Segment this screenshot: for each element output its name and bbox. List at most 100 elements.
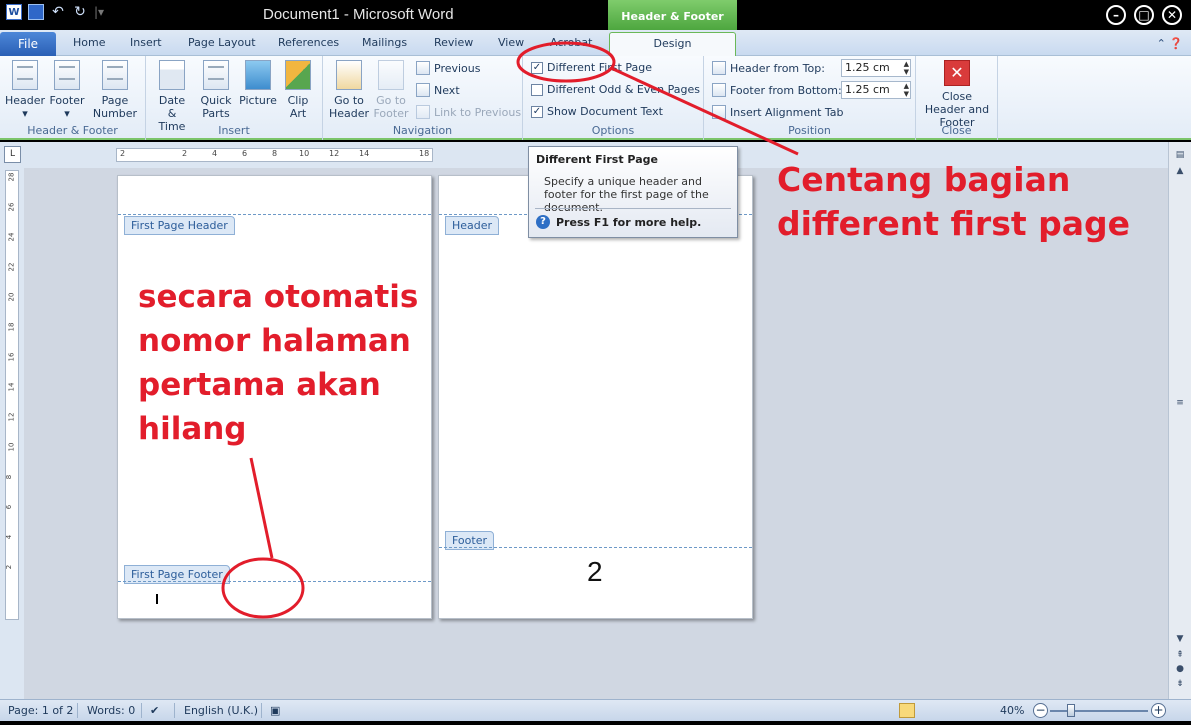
next-button[interactable]: Next (416, 83, 460, 97)
tab-view[interactable]: View (498, 36, 524, 49)
page-number-button[interactable]: Page Number (90, 60, 140, 120)
undo-icon[interactable]: ↶ (50, 4, 66, 20)
checkbox-checked-icon: ✓ (531, 61, 543, 74)
quick-parts-button[interactable]: Quick Parts (196, 60, 236, 120)
redo-icon[interactable]: ↻ (72, 4, 88, 20)
next-icon (416, 83, 430, 97)
ruler-toggle-icon[interactable]: ▤ (1172, 148, 1188, 162)
language[interactable]: English (U.K.) (184, 704, 258, 717)
zoom-level[interactable]: 40% (1000, 704, 1024, 717)
horizontal-ruler[interactable]: 2 2 4 6 8 10 12 14 18 (116, 148, 433, 162)
next-page-icon[interactable]: ⇟ (1172, 677, 1188, 691)
group-label-options: Options (591, 124, 635, 137)
status-divider (261, 703, 262, 718)
ribbon-tab-row: File Home Insert Page Layout References … (0, 30, 1191, 57)
tab-file[interactable]: File (0, 32, 56, 56)
help-icon[interactable]: ⌃ ❓ (1157, 37, 1183, 50)
scroll-down-icon[interactable]: ▼ (1172, 632, 1188, 646)
tab-selector-icon[interactable]: L (4, 146, 21, 163)
header-icon (12, 60, 38, 90)
quick-access-toolbar: W ↶ ↻ |▾ (6, 4, 104, 20)
group-label-header-footer: Header & Footer (27, 124, 118, 137)
maximize-button[interactable]: □ (1134, 5, 1154, 25)
tab-home[interactable]: Home (73, 36, 105, 49)
full-screen-reading-icon[interactable] (919, 703, 935, 718)
zoom-out-icon[interactable]: − (1033, 703, 1048, 718)
header-button[interactable]: Header ▾ (5, 60, 45, 120)
checkbox-unchecked-icon (531, 83, 543, 96)
group-close: ✕ Close Header and Footer Close (916, 56, 998, 140)
save-icon[interactable] (28, 4, 44, 20)
picture-button[interactable]: Picture (238, 60, 278, 107)
first-page-header-tag: First Page Header (124, 216, 235, 235)
link-to-previous-button[interactable]: Link to Previous (416, 105, 521, 119)
select-browse-object-icon[interactable]: ● (1172, 662, 1188, 676)
ruler-tick: 16 (7, 352, 16, 362)
clip-art-icon (285, 60, 311, 90)
status-divider (174, 703, 175, 718)
show-document-text-checkbox[interactable]: ✓ Show Document Text (531, 105, 663, 118)
tab-design[interactable]: Design (609, 32, 736, 57)
status-divider (141, 703, 142, 718)
go-to-footer-button[interactable]: Go to Footer (371, 60, 411, 120)
tab-references[interactable]: References (278, 36, 339, 49)
tooltip-title: Different First Page (536, 153, 658, 166)
web-layout-icon[interactable] (939, 703, 955, 718)
zoom-slider-handle[interactable] (1067, 704, 1075, 717)
scroll-up-icon[interactable]: ▲ (1172, 164, 1188, 178)
macro-record-icon[interactable]: ▣ (270, 704, 280, 717)
different-first-page-checkbox[interactable]: ✓ Different First Page (531, 61, 652, 74)
annotation-line: pertama akan (138, 367, 381, 403)
previous-page-icon[interactable]: ⇞ (1172, 648, 1188, 662)
ruler-tick: 24 (7, 232, 16, 242)
bottom-edge (0, 721, 1191, 725)
status-bar: Page: 1 of 2 Words: 0 ✔ English (U.K.) ▣… (0, 699, 1191, 721)
proofing-icon[interactable]: ✔ (150, 704, 159, 717)
date-time-button[interactable]: Date & Time (152, 60, 192, 133)
spin-arrows-icon[interactable]: ▲ ▼ (904, 82, 909, 98)
group-label-insert: Insert (218, 124, 250, 137)
close-header-footer-button[interactable]: ✕ Close Header and Footer (921, 60, 993, 129)
ruler-tick: 8 (5, 474, 14, 480)
draft-icon[interactable] (979, 703, 995, 718)
spin-arrows-icon[interactable]: ▲ ▼ (904, 60, 909, 76)
customize-qat-icon[interactable]: |▾ (94, 5, 104, 19)
previous-icon (416, 61, 430, 75)
go-to-header-button[interactable]: Go to Header (329, 60, 369, 120)
annotation-line: hilang (138, 411, 247, 447)
zoom-slider[interactable] (1050, 710, 1148, 712)
tab-acrobat[interactable]: Acrobat (550, 36, 592, 49)
ruler-tick: 6 (242, 149, 248, 158)
zoom-in-icon[interactable]: + (1151, 703, 1166, 718)
page-2[interactable]: Header Footer 2 (438, 175, 753, 619)
clip-art-button[interactable]: Clip Art (281, 60, 315, 120)
word-icon[interactable]: W (6, 4, 22, 20)
page-count[interactable]: Page: 1 of 2 (8, 704, 73, 717)
tab-review[interactable]: Review (434, 36, 473, 49)
print-layout-icon[interactable] (899, 703, 915, 718)
minimize-button[interactable]: – (1106, 5, 1126, 25)
close-button[interactable]: ✕ (1162, 5, 1182, 25)
tab-mailings[interactable]: Mailings (362, 36, 407, 49)
tooltip-separator (535, 208, 731, 209)
previous-button[interactable]: Previous (416, 61, 481, 75)
tab-insert[interactable]: Insert (130, 36, 162, 49)
header-footer-tools-label: Header & Footer Tools (608, 0, 737, 57)
ribbon: Header ▾ Footer ▾ Page Number Header & Foo… (0, 56, 1191, 140)
insert-alignment-tab-button[interactable]: Insert Alignment Tab (712, 105, 844, 119)
footer-button[interactable]: Footer ▾ (47, 60, 87, 120)
status-divider (77, 703, 78, 718)
tab-page-layout[interactable]: Page Layout (188, 36, 256, 49)
different-odd-even-checkbox[interactable]: Different Odd & Even Pages (531, 83, 700, 96)
outline-icon[interactable] (959, 703, 975, 718)
footer-from-bottom-input[interactable]: 1.25 cm ▲ ▼ (841, 81, 911, 99)
scroll-thumb-grip-icon[interactable]: ≡ (1172, 396, 1188, 410)
header-from-top-input[interactable]: 1.25 cm ▲ ▼ (841, 59, 911, 77)
vertical-scrollbar[interactable]: ▤ ▲ ≡ ▼ ⇞ ● ⇟ (1168, 142, 1191, 699)
ruler-tick: 2 (182, 149, 188, 158)
vertical-ruler[interactable]: 28 26 24 22 20 18 16 14 12 10 8 6 4 2 (5, 170, 19, 620)
annotation-line: Centang bagian (777, 160, 1071, 199)
checkbox-checked-icon: ✓ (531, 105, 543, 118)
word-count[interactable]: Words: 0 (87, 704, 135, 717)
window-title: Document1 - Microsoft Word (263, 6, 454, 23)
